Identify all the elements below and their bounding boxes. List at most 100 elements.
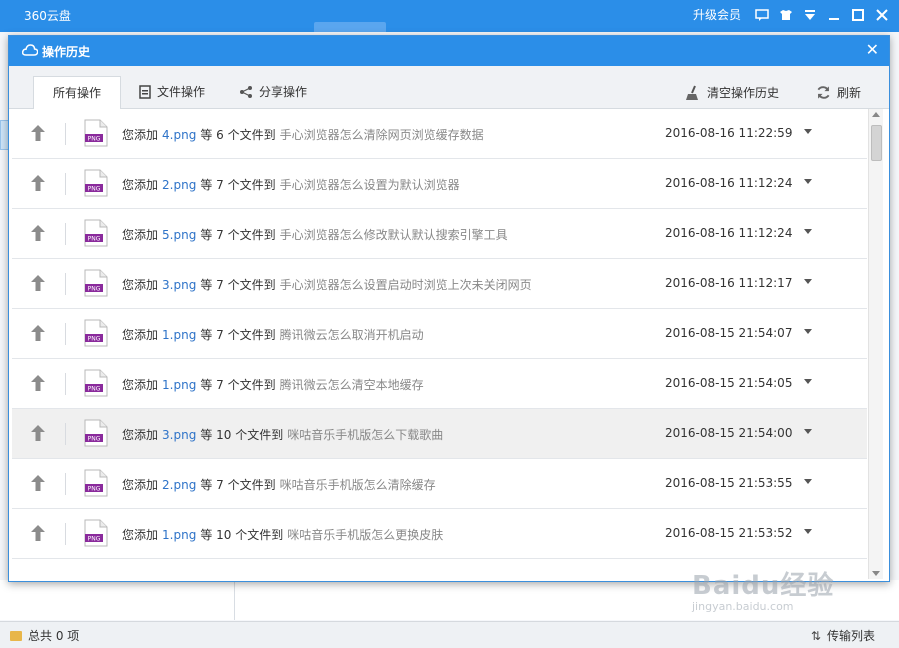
dialog-close-icon[interactable]: ✕: [866, 41, 879, 59]
row-separator: [65, 123, 66, 145]
history-row[interactable]: PNG 您添加 3.png 等 10 个文件到 咪咕音乐手机版怎么下载歌曲 2016-…: [12, 409, 867, 459]
history-time: 2016-08-16 11:12:24: [665, 176, 793, 190]
history-file-link[interactable]: 2.png: [162, 478, 196, 492]
history-file-link[interactable]: 3.png: [162, 428, 196, 442]
history-prefix: 您添加: [122, 478, 159, 492]
history-file-link[interactable]: 4.png: [162, 128, 196, 142]
row-separator: [65, 423, 66, 445]
folder-icon: [10, 630, 22, 641]
history-list: PNG 您添加 4.png 等 6 个文件到 手心浏览器怎么清除网页浏览缓存数据 20…: [12, 109, 867, 579]
scroll-thumb[interactable]: [871, 125, 882, 161]
history-time: 2016-08-15 21:54:07: [665, 326, 793, 340]
skin-icon[interactable]: [779, 8, 793, 22]
history-mid: 等 7 个文件到: [200, 228, 276, 242]
history-folder[interactable]: 手心浏览器怎么修改默认默认搜索引擎工具: [280, 228, 508, 242]
upgrade-link[interactable]: 升级会员: [693, 6, 741, 23]
clear-history-button[interactable]: 清空操作历史: [685, 84, 779, 101]
history-folder[interactable]: 手心浏览器怎么设置启动时浏览上次未关闭网页: [280, 278, 532, 292]
history-row[interactable]: PNG 您添加 5.png 等 7 个文件到 手心浏览器怎么修改默认默认搜索引擎工具 …: [12, 209, 867, 259]
window-close-icon[interactable]: [875, 8, 889, 22]
row-dropdown-icon[interactable]: [804, 129, 812, 134]
history-row[interactable]: PNG 您添加 2.png 等 7 个文件到 咪咕音乐手机版怎么清除缓存 2016-0…: [12, 459, 867, 509]
upload-arrow-icon: [31, 525, 45, 541]
history-description: 您添加 3.png 等 10 个文件到 咪咕音乐手机版怎么下载歌曲: [122, 426, 447, 443]
history-description: 您添加 5.png 等 7 个文件到 手心浏览器怎么修改默认默认搜索引擎工具: [122, 226, 512, 243]
menu-icon[interactable]: [803, 8, 817, 22]
history-row[interactable]: PNG 您添加 1.png 等 7 个文件到 腾讯微云怎么清空本地缓存 2016-08…: [12, 359, 867, 409]
tab-all-operations[interactable]: 所有操作: [33, 76, 121, 109]
minimize-icon[interactable]: [827, 8, 841, 22]
history-row[interactable]: PNG 您添加 2.png 等 7 个文件到 手心浏览器怎么设置为默认浏览器 2016…: [12, 159, 867, 209]
png-file-icon: PNG: [84, 369, 108, 397]
history-folder[interactable]: 手心浏览器怎么设置为默认浏览器: [280, 178, 460, 192]
history-prefix: 您添加: [122, 378, 159, 392]
tab-share-operations[interactable]: 分享操作: [239, 76, 307, 108]
app-sidebar: [0, 580, 235, 620]
history-mid: 等 10 个文件到: [200, 428, 284, 442]
history-row[interactable]: PNG 您添加 1.png 等 10 个文件到 咪咕音乐手机版怎么更换皮肤 2016-…: [12, 509, 867, 559]
history-file-link[interactable]: 1.png: [162, 328, 196, 342]
scroll-up-arrow[interactable]: [872, 112, 880, 117]
history-folder[interactable]: 腾讯微云怎么清空本地缓存: [280, 378, 424, 392]
refresh-label: 刷新: [836, 86, 861, 100]
history-file-link[interactable]: 2.png: [162, 178, 196, 192]
history-row[interactable]: PNG 您添加 1.png 等 7 个文件到 腾讯微云怎么取消开机启动 2016-08…: [12, 309, 867, 359]
history-prefix: 您添加: [122, 328, 159, 342]
tab-label: 分享操作: [259, 85, 308, 99]
png-file-icon: PNG: [84, 169, 108, 197]
history-folder[interactable]: 咪咕音乐手机版怎么清除缓存: [280, 478, 436, 492]
history-file-link[interactable]: 1.png: [162, 528, 196, 542]
history-file-link[interactable]: 3.png: [162, 278, 196, 292]
history-mid: 等 7 个文件到: [200, 378, 276, 392]
tab-bar: 所有操作 文件操作 分享操作 清空操作历史 刷新: [9, 66, 889, 109]
png-badge-text: PNG: [88, 486, 101, 493]
row-dropdown-icon[interactable]: [804, 479, 812, 484]
row-separator: [65, 273, 66, 295]
png-file-icon: PNG: [84, 519, 108, 547]
app-window-controls: 升级会员: [693, 6, 889, 23]
history-file-link[interactable]: 1.png: [162, 378, 196, 392]
maximize-icon[interactable]: [851, 8, 865, 22]
history-description: 您添加 2.png 等 7 个文件到 手心浏览器怎么设置为默认浏览器: [122, 176, 464, 193]
row-dropdown-icon[interactable]: [804, 529, 812, 534]
row-dropdown-icon[interactable]: [804, 379, 812, 384]
scrollbar[interactable]: [868, 109, 883, 579]
png-badge-text: PNG: [88, 386, 101, 393]
transfer-list-button[interactable]: ⇅ 传输列表: [811, 627, 875, 644]
png-file-icon: PNG: [84, 269, 108, 297]
history-time: 2016-08-15 21:54:00: [665, 426, 793, 440]
refresh-button[interactable]: 刷新: [816, 84, 861, 101]
history-prefix: 您添加: [122, 178, 159, 192]
history-folder[interactable]: 手心浏览器怎么清除网页浏览缓存数据: [280, 128, 484, 142]
row-dropdown-icon[interactable]: [804, 229, 812, 234]
history-folder[interactable]: 腾讯微云怎么取消开机启动: [280, 328, 424, 342]
history-file-link[interactable]: 5.png: [162, 228, 196, 242]
history-folder[interactable]: 咪咕音乐手机版怎么下载歌曲: [287, 428, 443, 442]
history-dialog: 操作历史 ✕ 所有操作 文件操作 分享操作 清空操作历史 刷新 PNG 您添加 …: [8, 35, 890, 582]
history-row[interactable]: PNG 您添加 4.png 等 6 个文件到 手心浏览器怎么清除网页浏览缓存数据 20…: [12, 109, 867, 159]
upload-arrow-icon: [31, 125, 45, 141]
png-badge-text: PNG: [88, 436, 101, 443]
row-dropdown-icon[interactable]: [804, 429, 812, 434]
scroll-down-arrow[interactable]: [872, 571, 880, 576]
row-separator: [65, 473, 66, 495]
png-badge-text: PNG: [88, 536, 101, 543]
tab-file-operations[interactable]: 文件操作: [139, 76, 205, 108]
status-bar: 总共 0 项 ⇅ 传输列表: [0, 621, 899, 648]
history-folder[interactable]: 咪咕音乐手机版怎么更换皮肤: [287, 528, 443, 542]
history-row[interactable]: PNG 您添加 3.png 等 7 个文件到 手心浏览器怎么设置启动时浏览上次未关闭网…: [12, 259, 867, 309]
history-description: 您添加 2.png 等 7 个文件到 咪咕音乐手机版怎么清除缓存: [122, 476, 440, 493]
row-dropdown-icon[interactable]: [804, 179, 812, 184]
status-total: 总共 0 项: [28, 629, 80, 643]
history-mid: 等 7 个文件到: [200, 328, 276, 342]
history-mid: 等 10 个文件到: [200, 528, 284, 542]
history-time: 2016-08-16 11:12:17: [665, 276, 793, 290]
history-description: 您添加 1.png 等 7 个文件到 腾讯微云怎么取消开机启动: [122, 326, 428, 343]
upload-arrow-icon: [31, 475, 45, 491]
watermark-brand: Baidu经验: [692, 571, 835, 601]
history-prefix: 您添加: [122, 278, 159, 292]
app-name: 360云盘: [24, 9, 71, 23]
row-dropdown-icon[interactable]: [804, 329, 812, 334]
row-dropdown-icon[interactable]: [804, 279, 812, 284]
message-icon[interactable]: [755, 8, 769, 22]
